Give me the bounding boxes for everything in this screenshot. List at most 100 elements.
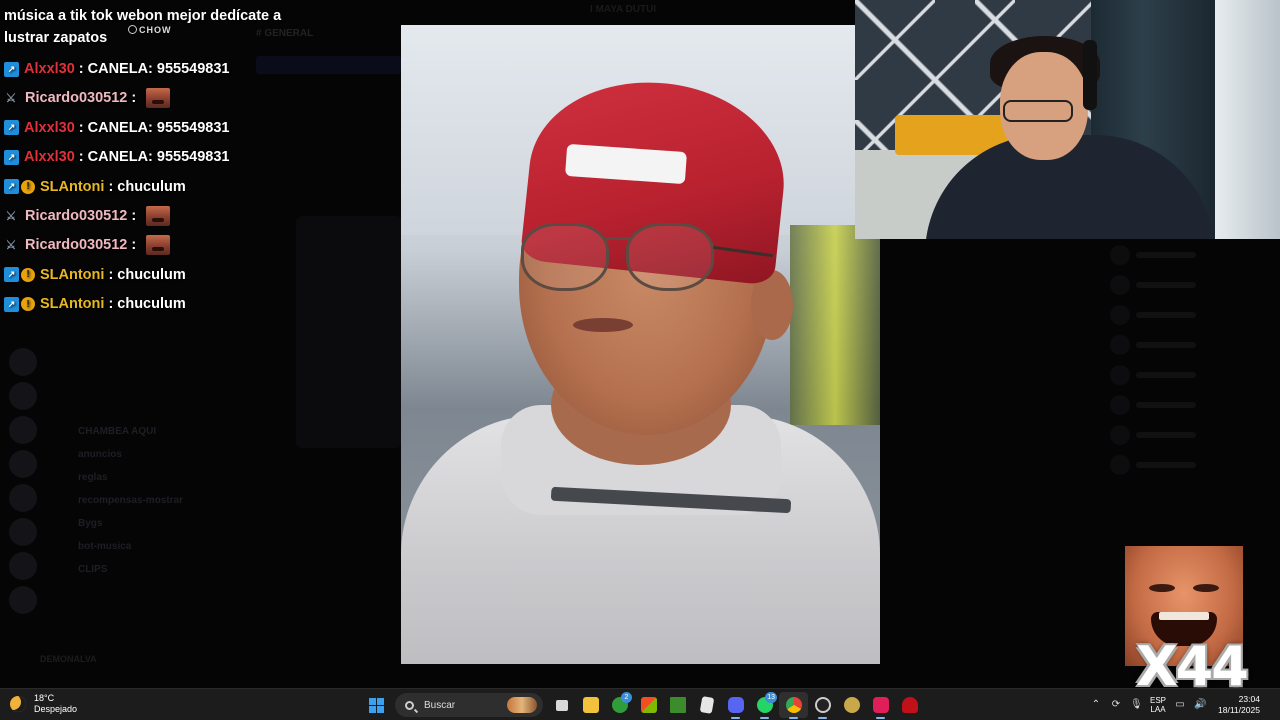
server-icon[interactable] xyxy=(9,416,37,444)
channel-item[interactable]: CHAMBEA AQUI xyxy=(48,420,238,443)
server-icon[interactable] xyxy=(9,518,37,546)
chat-message: ↗ Alxxl30: CANELA: 955549831 xyxy=(4,58,230,80)
background-app-title: I MAYA DUTUI xyxy=(590,4,657,15)
network-icon[interactable]: ▭ xyxy=(1174,699,1186,711)
chat-username[interactable]: Ricardo030512 xyxy=(25,237,127,253)
clock[interactable]: 23:04 18/11/2025 xyxy=(1218,694,1260,716)
member-item[interactable] xyxy=(1110,360,1280,390)
chat-separator: : xyxy=(78,61,84,77)
member-item[interactable] xyxy=(1110,300,1280,330)
start-button[interactable] xyxy=(362,692,391,718)
obs-icon xyxy=(814,697,831,713)
kick-icon: ↗ xyxy=(4,179,19,195)
chat-username[interactable]: Alxxl30 xyxy=(24,120,75,136)
server-icon[interactable] xyxy=(9,552,37,580)
game-icon xyxy=(901,697,918,713)
chevron-up-icon[interactable]: ⌃ xyxy=(1090,699,1102,711)
chat-text: CANELA: 955549831 xyxy=(87,61,230,77)
channel-item[interactable]: Bygs xyxy=(48,512,238,535)
chat-username[interactable]: Ricardo030512 xyxy=(25,208,127,224)
language-indicator[interactable]: ESP LAA xyxy=(1150,696,1166,714)
app-button[interactable] xyxy=(837,692,866,718)
chat-username[interactable]: SLAntoni xyxy=(40,296,104,312)
taskbar-search[interactable]: Buscar xyxy=(395,693,543,717)
server-icon[interactable] xyxy=(9,450,37,478)
weather-temp: 18°C xyxy=(34,693,55,703)
circle-icon xyxy=(128,25,137,34)
discord-button[interactable] xyxy=(721,692,750,719)
chat-username[interactable]: Alxxl30 xyxy=(24,61,75,77)
member-item[interactable] xyxy=(1110,270,1280,300)
channel-item[interactable]: bot-musica xyxy=(48,535,238,558)
member-item[interactable] xyxy=(1110,330,1280,360)
moon-icon xyxy=(10,696,26,712)
chrome-button[interactable] xyxy=(779,692,808,719)
chat-username[interactable]: Ricardo030512 xyxy=(25,90,127,106)
language-line-1: ESP xyxy=(1150,696,1167,705)
task-view-button[interactable] xyxy=(547,692,576,718)
whatsapp-notification-badge: 13 xyxy=(765,692,777,703)
channel-banner xyxy=(256,56,401,74)
emote-combo-counter: X44 xyxy=(1136,635,1249,698)
discord-icon xyxy=(727,697,744,713)
server-icon[interactable] xyxy=(9,586,37,614)
server-rail xyxy=(0,310,46,690)
xbox-button[interactable]: 2 xyxy=(605,692,634,718)
minecraft-button[interactable] xyxy=(663,692,692,718)
app-icon xyxy=(843,697,860,713)
chat-username[interactable]: SLAntoni xyxy=(40,179,104,195)
whatsapp-button[interactable]: 13 xyxy=(750,692,779,719)
server-icon[interactable] xyxy=(9,484,37,512)
chat-message: ↗ Alxxl30: CANELA: 955549831 xyxy=(4,117,230,139)
chat-text: CANELA: 955549831 xyxy=(87,119,230,136)
channel-item[interactable]: recompensas-mostrar xyxy=(48,489,238,512)
member-item[interactable] xyxy=(1110,450,1280,480)
member-item[interactable] xyxy=(1110,420,1280,450)
chat-separator: : xyxy=(108,296,114,313)
server-icon[interactable] xyxy=(9,382,37,410)
channel-item[interactable]: anuncios xyxy=(48,443,238,466)
member-item[interactable] xyxy=(1110,390,1280,420)
weather-desc: Despejado xyxy=(34,704,78,714)
chat-separator: : xyxy=(108,178,114,195)
shared-photo xyxy=(401,25,880,664)
chat-separator: : xyxy=(78,149,84,166)
tiktok-button[interactable] xyxy=(866,692,895,719)
game-button[interactable] xyxy=(895,692,924,718)
chat-separator: : xyxy=(108,266,114,283)
exclamation-icon: ! xyxy=(21,267,35,282)
sync-icon[interactable]: ⟳ xyxy=(1110,699,1122,711)
chat-message: ⚔ Ricardo030512: xyxy=(4,205,171,227)
minecraft-icon xyxy=(669,697,686,713)
notes-button[interactable] xyxy=(692,692,721,718)
chat-message: ↗! SLAntoni: chuculum xyxy=(4,264,186,286)
obs-button[interactable] xyxy=(808,692,837,719)
sword-icon: ⚔ xyxy=(5,209,17,223)
store-button[interactable] xyxy=(634,692,663,718)
system-tray: ⌃ ⟳ 🎙 ESP LAA ▭ 🔊 23:04 18/11/2025 xyxy=(1090,689,1260,720)
chat-emote xyxy=(146,235,171,256)
volume-icon[interactable]: 🔊 xyxy=(1194,699,1206,711)
chat-message: ⚔ Ricardo030512: xyxy=(4,234,171,256)
windows-icon xyxy=(369,697,384,713)
chat-username[interactable]: SLAntoni xyxy=(40,267,104,283)
microphone-icon[interactable]: 🎙 xyxy=(1130,699,1143,711)
chat-message: ↗! SLAntoni: chuculum xyxy=(4,176,186,198)
channel-item[interactable]: CLIPS xyxy=(48,558,238,581)
user-panel: DEMONALVA xyxy=(0,648,400,688)
chat-separator: : xyxy=(131,237,137,254)
chat-emote xyxy=(146,88,171,109)
member-item[interactable] xyxy=(1110,240,1280,270)
file-explorer-button[interactable] xyxy=(576,692,605,718)
chat-username[interactable]: Alxxl30 xyxy=(24,149,75,165)
server-icon[interactable] xyxy=(9,348,37,376)
search-highlight-icon xyxy=(507,697,537,713)
exclamation-icon: ! xyxy=(21,179,35,194)
channel-item[interactable]: reglas xyxy=(48,466,238,489)
taskbar-apps: Buscar 2 13 xyxy=(362,692,924,719)
language-line-2: LAA xyxy=(1150,705,1166,714)
weather-widget[interactable]: 18°C Despejado xyxy=(10,693,77,715)
chat-text: chuculum xyxy=(117,266,186,283)
kick-icon: ↗ xyxy=(4,267,19,283)
search-icon xyxy=(405,700,414,710)
